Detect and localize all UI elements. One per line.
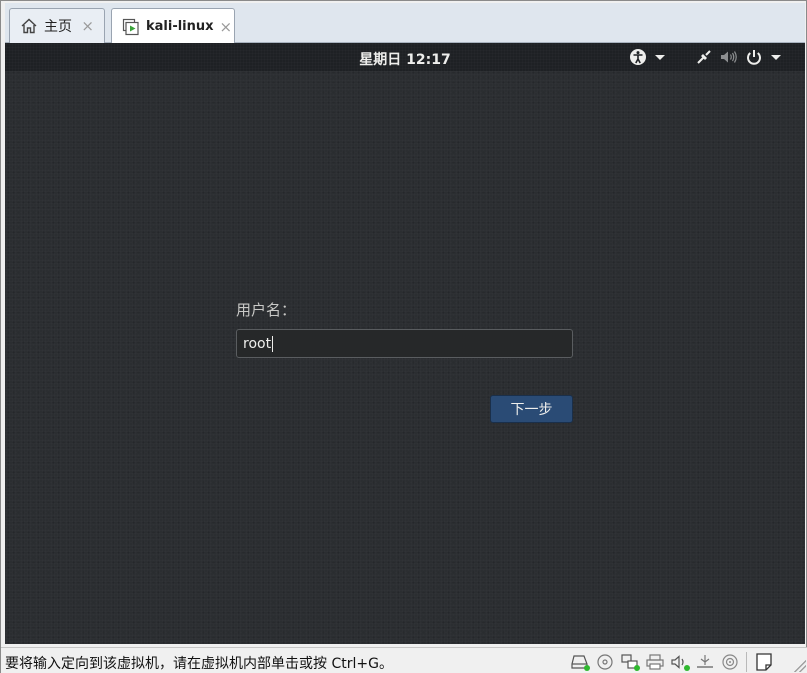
vm-play-icon [122, 18, 140, 36]
volume-icon [719, 48, 739, 66]
device-active-dot [684, 665, 690, 671]
tab-home[interactable]: 主页 × [9, 8, 105, 43]
login-form: 用户名： root [236, 299, 576, 358]
username-input[interactable]: root [236, 329, 573, 358]
usb-icon[interactable] [694, 652, 716, 672]
clock[interactable]: 星期日 12:17 [5, 49, 805, 69]
tab-bar: 主页 × kali-linux × [5, 3, 805, 44]
status-bar: 要将输入定向到该虚拟机，请在虚拟机内部单击或按 Ctrl+G。 [1, 647, 807, 673]
accessibility-icon [629, 48, 647, 66]
chevron-down-icon [771, 54, 781, 60]
accessibility-menu[interactable] [629, 47, 665, 67]
wired-network-icon [695, 48, 713, 66]
next-button[interactable]: 下一步 [490, 395, 573, 423]
system-menu[interactable] [695, 47, 781, 67]
status-divider [746, 652, 747, 672]
tab-home-label: 主页 [44, 19, 72, 35]
tab-kali-linux-label: kali-linux [146, 19, 214, 34]
device-active-dot [584, 665, 590, 671]
chevron-down-icon [655, 54, 665, 60]
sound-card-icon[interactable] [669, 652, 691, 672]
guest-screen[interactable]: 星期日 12:17 用户名： root 下一步 [5, 43, 805, 644]
device-tray [569, 651, 778, 673]
resize-grip[interactable] [794, 660, 806, 672]
tab-kali-linux-close-icon[interactable]: × [220, 18, 233, 36]
home-icon [20, 17, 38, 35]
tab-home-close-icon[interactable]: × [81, 17, 94, 35]
hard-disk-icon[interactable] [569, 652, 591, 672]
gnome-top-panel: 星期日 12:17 [5, 43, 805, 71]
vmware-window: 主页 × kali-linux × 星期日 12:17 用户名： root 下一… [0, 0, 807, 673]
tab-kali-linux[interactable]: kali-linux × [111, 8, 235, 44]
power-icon [745, 48, 763, 66]
username-value: root [243, 335, 272, 352]
display-icon[interactable] [719, 652, 741, 672]
text-cursor [272, 335, 274, 352]
device-active-dot [634, 665, 640, 671]
network-adapter-icon[interactable] [619, 652, 641, 672]
status-message: 要将输入定向到该虚拟机，请在虚拟机内部单击或按 Ctrl+G。 [5, 656, 393, 672]
message-log-icon[interactable] [753, 652, 775, 672]
cd-dvd-icon[interactable] [594, 652, 616, 672]
username-label: 用户名： [236, 301, 297, 319]
printer-icon[interactable] [644, 652, 666, 672]
